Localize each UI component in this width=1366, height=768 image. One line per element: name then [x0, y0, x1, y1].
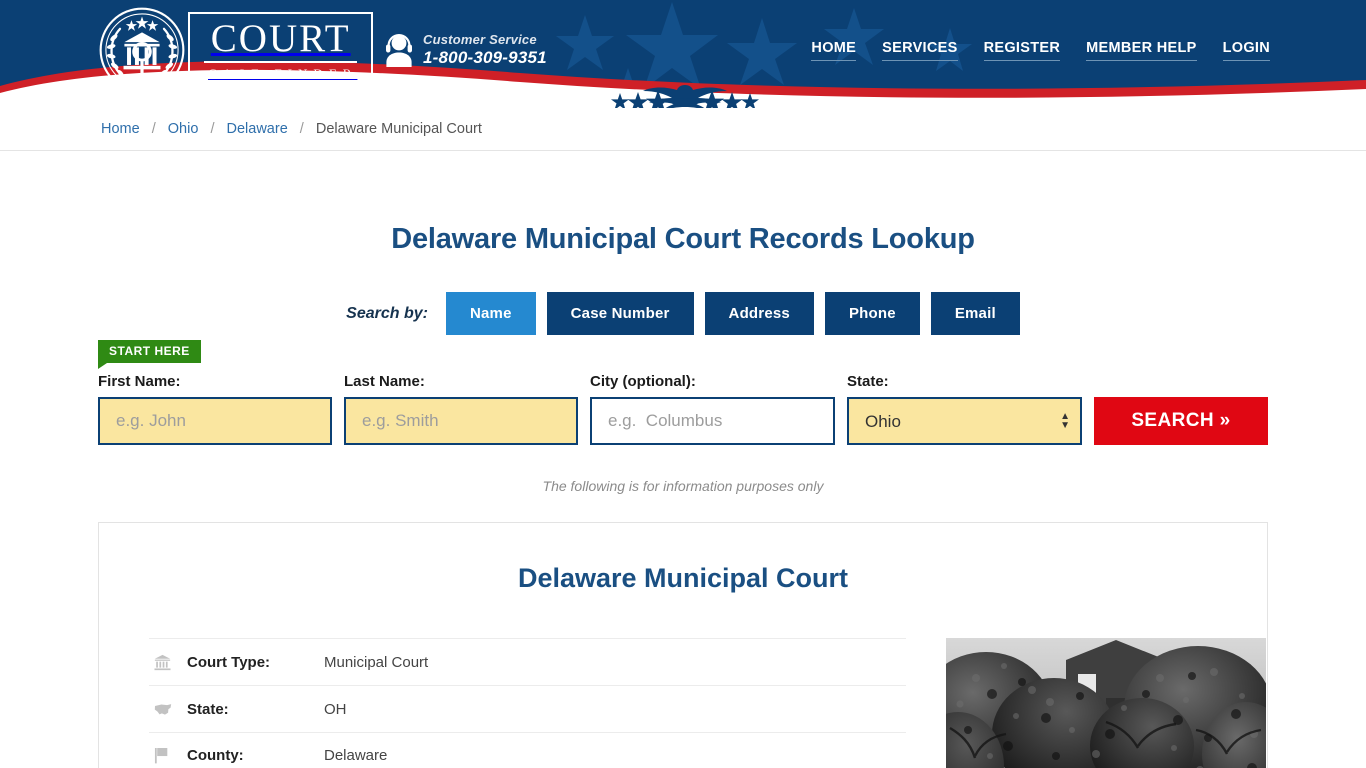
main-content: Delaware Municipal Court Records Lookup …	[0, 151, 1366, 768]
state-select[interactable]: Ohio	[847, 397, 1082, 445]
detail-value: Municipal Court	[324, 653, 429, 671]
city-input[interactable]	[590, 397, 835, 445]
tab-case-number[interactable]: Case Number	[546, 292, 694, 335]
detail-value: Delaware	[324, 747, 388, 764]
tab-name[interactable]: Name	[445, 292, 536, 335]
table-row: State: OH	[149, 685, 906, 732]
breadcrumb-item-ohio[interactable]: Ohio	[168, 121, 199, 137]
first-name-label: First Name:	[98, 373, 181, 390]
first-name-input[interactable]	[98, 397, 332, 445]
nav-item-register[interactable]: REGISTER	[983, 40, 1061, 61]
tab-phone[interactable]: Phone	[824, 292, 920, 335]
breadcrumb: Home / Ohio / Delaware / Delaware Munici…	[0, 108, 1366, 151]
city-field-group: City (optional):	[590, 373, 835, 445]
bank-building-icon	[149, 654, 187, 671]
court-detail-list: Court Type: Municipal Court State: OH Co…	[149, 638, 906, 768]
eagle-emblem-icon	[611, 85, 759, 108]
detail-value: OH	[324, 700, 347, 718]
last-name-label: Last Name:	[344, 373, 425, 390]
start-here-badge: START HERE	[98, 340, 201, 369]
us-map-icon	[149, 703, 187, 716]
nav-item-services[interactable]: SERVICES	[882, 40, 958, 61]
detail-key: State:	[187, 700, 229, 718]
nav-item-home[interactable]: HOME	[811, 40, 857, 61]
flag-icon	[149, 747, 187, 764]
detail-key: Court Type:	[187, 653, 271, 671]
breadcrumb-separator: /	[299, 121, 304, 137]
court-seal-icon	[99, 7, 185, 93]
disclaimer-text: The following is for information purpose…	[542, 478, 824, 494]
customer-service-phone[interactable]: 1-800-309-9351	[423, 48, 547, 68]
detail-key: County:	[187, 747, 244, 764]
logo-wordmark: COURT CASE FINDER	[188, 11, 374, 89]
breadcrumb-separator: /	[151, 121, 156, 137]
last-name-input[interactable]	[344, 397, 578, 445]
breadcrumb-item-current: Delaware Municipal Court	[315, 121, 482, 137]
nav-item-login[interactable]: LOGIN	[1222, 40, 1270, 61]
logo-primary-text: COURT	[204, 19, 358, 63]
state-field-group: State: Ohio ▲ ▼	[847, 373, 1082, 445]
search-button[interactable]: SEARCH »	[1094, 397, 1268, 445]
customer-service-block: Customer Service 1-800-309-9351	[384, 32, 547, 68]
breadcrumb-trail: Home / Ohio / Delaware / Delaware Munici…	[101, 121, 482, 137]
logo-secondary-text: CASE FINDER	[208, 65, 358, 81]
last-name-field-group: Last Name:	[344, 373, 578, 445]
state-select-wrapper: Ohio ▲ ▼	[847, 397, 1082, 445]
site-header: COURT CASE FINDER Customer Service 1-800…	[0, 0, 1366, 108]
first-name-field-group: First Name:	[98, 373, 332, 445]
court-detail-body: Court Type: Municipal Court State: OH Co…	[149, 638, 1266, 768]
court-detail-card: Delaware Municipal Court Court Type: Mun…	[98, 522, 1268, 768]
page-title: Delaware Municipal Court Records Lookup	[391, 223, 975, 255]
headset-support-icon	[386, 34, 412, 68]
tab-address[interactable]: Address	[704, 292, 814, 335]
search-form-row: First Name: Last Name: City (optional): …	[98, 344, 1268, 445]
site-logo[interactable]: COURT CASE FINDER	[98, 6, 374, 94]
breadcrumb-item-home[interactable]: Home	[101, 121, 140, 137]
table-row: County: Delaware	[149, 732, 906, 768]
courthouse-photo	[946, 638, 1266, 768]
court-name-title: Delaware Municipal Court	[517, 563, 849, 593]
main-navigation: HOME SERVICES REGISTER MEMBER HELP LOGIN	[811, 40, 1270, 61]
city-label: City (optional):	[590, 373, 696, 390]
breadcrumb-separator: /	[210, 121, 215, 137]
search-by-label: Search by:	[346, 304, 428, 322]
breadcrumb-item-delaware[interactable]: Delaware	[227, 121, 288, 137]
customer-service-label: Customer Service	[423, 32, 537, 47]
table-row: Court Type: Municipal Court	[149, 638, 906, 685]
search-by-tabs: Search by: Name Case Number Address Phon…	[0, 292, 1366, 335]
search-form: START HERE First Name: Last Name: City (…	[98, 335, 1268, 494]
state-label: State:	[847, 373, 889, 390]
nav-item-member-help[interactable]: MEMBER HELP	[1086, 40, 1197, 61]
tab-email[interactable]: Email	[930, 292, 1020, 335]
